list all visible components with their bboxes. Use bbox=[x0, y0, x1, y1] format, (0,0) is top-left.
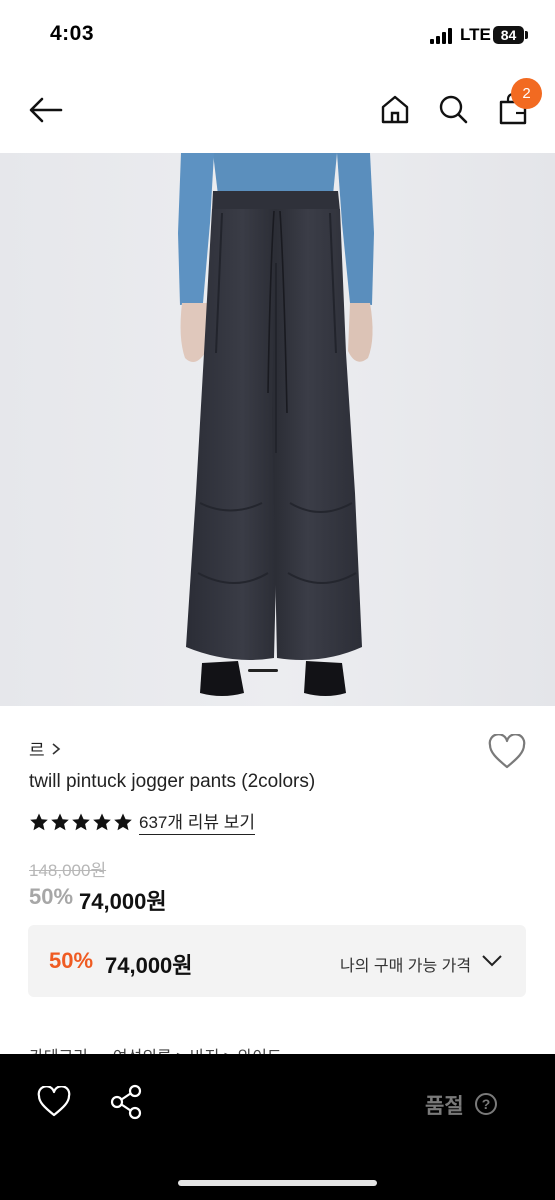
star-icon bbox=[114, 813, 132, 830]
product-image[interactable] bbox=[0, 153, 555, 706]
my-price-amount: 74,000원 bbox=[105, 953, 193, 978]
status-bar: 4:03 LTE 84 bbox=[0, 0, 555, 70]
star-icon bbox=[72, 813, 90, 830]
home-button[interactable] bbox=[374, 88, 416, 130]
soldout-label: 품절 bbox=[425, 1095, 464, 1118]
brand-link[interactable]: 르 bbox=[29, 736, 61, 761]
star-rating bbox=[29, 812, 133, 832]
cellular-signal-icon bbox=[430, 28, 452, 44]
product-photo bbox=[0, 153, 555, 706]
sale-price: 74,000원 bbox=[79, 889, 167, 914]
image-page-indicator bbox=[248, 669, 278, 672]
heart-outline-icon bbox=[37, 1085, 71, 1117]
back-arrow-icon bbox=[29, 97, 63, 123]
top-navigation: 2 bbox=[0, 70, 555, 153]
search-button[interactable] bbox=[432, 88, 474, 130]
sale-price-row: 50% 74,000원 bbox=[29, 884, 167, 916]
wishlist-button[interactable] bbox=[487, 733, 527, 770]
brand-name: 르 bbox=[29, 741, 45, 760]
network-type: LTE bbox=[460, 25, 491, 44]
star-icon bbox=[93, 813, 111, 830]
cart-count-badge: 2 bbox=[511, 78, 542, 109]
question-circle-icon[interactable]: ? bbox=[475, 1093, 497, 1115]
star-icon bbox=[30, 813, 48, 830]
search-icon bbox=[439, 95, 468, 124]
bottom-wishlist-button[interactable] bbox=[36, 1085, 72, 1118]
back-button[interactable] bbox=[22, 90, 70, 130]
review-link[interactable]: 637개 리뷰 보기 bbox=[139, 808, 256, 835]
product-title: twill pintuck jogger pants (2colors) bbox=[29, 771, 316, 792]
my-price-label: 나의 구매 가능 가격 bbox=[340, 958, 472, 975]
battery-tip bbox=[525, 31, 528, 39]
share-icon bbox=[110, 1084, 142, 1120]
chevron-down-icon bbox=[482, 955, 502, 967]
chevron-right-icon bbox=[52, 742, 60, 755]
original-price: 148,000원 bbox=[29, 861, 107, 880]
my-price-dropdown[interactable]: 50% 74,000원 나의 구매 가능 가격 bbox=[28, 925, 526, 997]
star-icon bbox=[51, 813, 69, 830]
bottom-action-bar: 품절 ? bbox=[0, 1054, 555, 1200]
battery-icon: 84 bbox=[493, 26, 524, 44]
my-discount-rate: 50% bbox=[49, 948, 94, 973]
share-button[interactable] bbox=[108, 1084, 146, 1120]
discount-rate: 50% bbox=[29, 884, 74, 909]
home-icon bbox=[381, 95, 409, 124]
rating-row: 637개 리뷰 보기 bbox=[29, 808, 256, 835]
status-time: 4:03 bbox=[50, 22, 95, 45]
home-indicator bbox=[178, 1180, 377, 1186]
heart-outline-icon bbox=[488, 733, 526, 769]
